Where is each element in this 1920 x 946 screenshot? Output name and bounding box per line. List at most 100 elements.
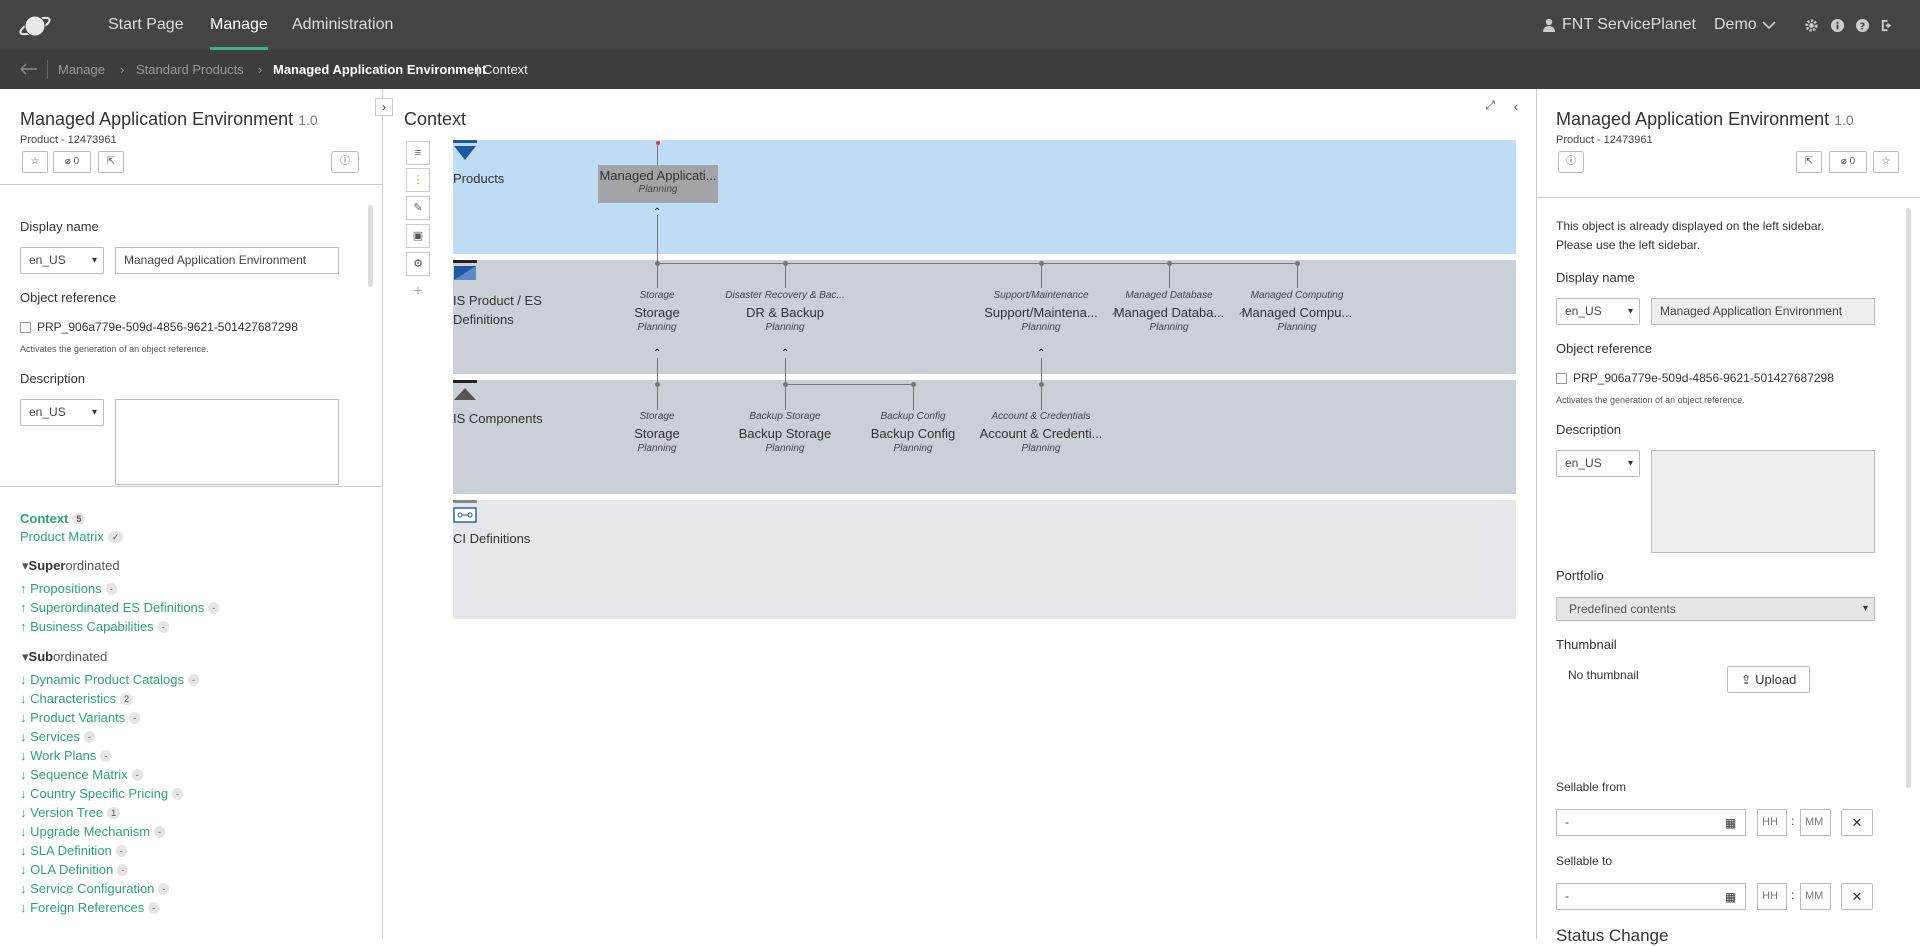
description-textarea[interactable]	[1651, 450, 1875, 553]
es-definition-node[interactable]: Managed Computing Managed Compu... Plannin…	[1227, 290, 1367, 333]
list-item-label: ↓ Services	[20, 729, 80, 744]
es-definition-node[interactable]: Storage Storage Planning	[587, 290, 727, 333]
close-icon: ✕	[1851, 815, 1863, 830]
display-name-input[interactable]: Managed Application Environment	[1651, 298, 1875, 325]
products-lane-icon	[453, 140, 477, 160]
user-name[interactable]: FNT ServicePlanet	[1562, 0, 1696, 50]
components-lane-icon	[453, 380, 477, 400]
ci-lane-icon	[453, 500, 477, 523]
sellable-from-hour[interactable]: HH	[1757, 809, 1787, 836]
info-button[interactable]: ⓘ	[331, 151, 359, 173]
sellable-from-minute[interactable]: MM	[1800, 809, 1831, 836]
expand-left-button[interactable]: ›	[375, 98, 393, 116]
info-button[interactable]: ⓘ	[1558, 151, 1584, 173]
list-item-label: ↓ Sequence Matrix	[20, 767, 128, 782]
favorite-button[interactable]: ☆	[22, 151, 48, 173]
context-list-item[interactable]: ↑ Superordinated ES Definitions -	[20, 600, 220, 615]
attachments-button[interactable]: ⌀ 0	[1829, 151, 1867, 173]
context-list-item[interactable]: ↓ Upgrade Mechanism -	[20, 824, 166, 839]
is-component-node[interactable]: Backup Storage Backup Storage Planning	[715, 411, 855, 454]
display-name-input[interactable]: Managed Application Environment	[115, 247, 339, 274]
open-external-button[interactable]: ⇱	[98, 151, 124, 173]
upload-button[interactable]: ⇪ Upload	[1727, 666, 1810, 693]
object-reference-checkbox[interactable]	[1556, 373, 1567, 384]
calendar-icon[interactable]: ▦	[1725, 816, 1736, 830]
is-component-node[interactable]: Account & Credentials Account & Credenti.…	[971, 411, 1111, 454]
context-list-item[interactable]: ↓ Service Configuration -	[20, 881, 170, 896]
calendar-icon[interactable]: ▦	[1725, 890, 1736, 904]
description-textarea[interactable]	[115, 399, 339, 485]
list-item-label: ↓ SLA Definition	[20, 843, 112, 858]
is-component-node[interactable]: Backup Config Backup Config Planning	[843, 411, 983, 454]
sellable-to-hour[interactable]: HH	[1757, 883, 1787, 910]
chevron-down-icon[interactable]	[1762, 20, 1776, 30]
logout-icon[interactable]	[1880, 18, 1895, 33]
clear-sellable-to-button[interactable]: ✕	[1841, 883, 1873, 910]
context-list-item[interactable]: ↓ Sequence Matrix -	[20, 767, 143, 782]
description-lang-select[interactable]: en_US	[20, 399, 104, 426]
product-matrix-link[interactable]: Product Matrix ✓	[20, 529, 124, 544]
context-list-item[interactable]: ↓ Services -	[20, 729, 95, 744]
description-lang-select[interactable]: en_US	[1556, 450, 1640, 477]
gear-icon[interactable]	[1804, 18, 1819, 33]
list-item-label: ↓ Characteristics	[20, 691, 117, 706]
form-scrollbar[interactable]	[368, 205, 373, 287]
context-list-item[interactable]: ↓ Work Plans -	[20, 748, 112, 763]
display-name-lang-select[interactable]: en_US	[20, 247, 104, 274]
sellable-to-minute[interactable]: MM	[1800, 883, 1831, 910]
chart-view-button[interactable]: ▣	[406, 224, 430, 248]
es-definition-node[interactable]: Disaster Recovery & Bac... DR & Backup Pla…	[715, 290, 855, 333]
favorite-button[interactable]: ☆	[1873, 151, 1899, 173]
es-definition-node[interactable]: Support/Maintenance Support/Maintena... Pl…	[971, 290, 1111, 333]
breadcrumb-manage[interactable]: Manage	[58, 50, 105, 89]
context-list-item[interactable]: ↓ Foreign References -	[20, 900, 160, 915]
nav-start-page[interactable]: Start Page	[108, 0, 184, 50]
product-node[interactable]: Managed Applicati... Planning	[598, 165, 718, 203]
context-title: Context	[404, 109, 467, 129]
context-list-item[interactable]: ↓ Country Specific Pricing -	[20, 786, 184, 801]
add-button[interactable]: +	[406, 281, 430, 305]
es-definition-node[interactable]: Managed Database Managed Databa... Plannin…	[1099, 290, 1239, 333]
chevron-left-icon[interactable]: ‹	[1506, 98, 1526, 116]
edit-button[interactable]: ✎	[406, 196, 430, 220]
node-status: Planning	[1277, 322, 1317, 333]
nav-manage[interactable]: Manage	[210, 0, 268, 50]
traffic-light-button[interactable]: ⋮	[406, 168, 430, 192]
info-icon[interactable]	[1830, 18, 1845, 33]
context-list-item[interactable]: ↑ Business Capabilities -	[20, 619, 169, 634]
settings-button[interactable]: ⚙	[406, 252, 430, 276]
list-view-button[interactable]: ≡	[406, 141, 430, 165]
context-list-item[interactable]: ↑ Propositions -	[20, 581, 117, 596]
list-item-label: ↓ Foreign References	[20, 900, 145, 915]
context-list-item[interactable]: ↓ OLA Definition -	[20, 862, 129, 877]
attachments-button[interactable]: ⌀ 0	[53, 151, 91, 173]
nav-administration[interactable]: Administration	[292, 0, 393, 50]
superordinated-header[interactable]: ▾Superordinated	[22, 558, 120, 574]
node-category: Disaster Recovery & Bac...	[725, 290, 845, 301]
description-label: Description	[20, 371, 86, 386]
context-list-item[interactable]: ↓ SLA Definition -	[20, 843, 127, 858]
sellable-to-date-input[interactable]: -	[1556, 883, 1746, 910]
display-name-lang-select[interactable]: en_US	[1556, 298, 1640, 325]
is-component-node[interactable]: Storage Storage Planning	[587, 411, 727, 454]
subordinated-header[interactable]: ▾Subordinated	[22, 649, 107, 665]
planet-logo-icon[interactable]	[18, 12, 52, 40]
list-item-label: ↓ Dynamic Product Catalogs	[20, 672, 185, 687]
thumbnail-label: Thumbnail	[1556, 637, 1617, 652]
context-list-item[interactable]: ↓ Version Tree 1	[20, 805, 121, 820]
context-list-item[interactable]: ↓ Characteristics 2	[20, 691, 134, 706]
breadcrumb-standard-products[interactable]: Standard Products	[136, 50, 244, 89]
context-list-item[interactable]: ↓ Dynamic Product Catalogs -	[20, 672, 200, 687]
context-link[interactable]: Context 5	[20, 511, 86, 526]
tenant-dropdown[interactable]: Demo	[1714, 0, 1757, 50]
clear-sellable-from-button[interactable]: ✕	[1841, 809, 1873, 836]
sellable-from-date-input[interactable]: -	[1556, 809, 1746, 836]
open-external-button[interactable]: ⇱	[1796, 151, 1822, 173]
back-arrow-icon[interactable]	[20, 63, 38, 75]
object-reference-checkbox[interactable]	[20, 322, 31, 333]
fullscreen-icon[interactable]: ⤢	[1480, 98, 1500, 116]
context-list-item[interactable]: ↓ Product Variants -	[20, 710, 141, 725]
portfolio-select[interactable]: Predefined contents	[1556, 597, 1875, 621]
detail-scrollbar[interactable]	[1906, 208, 1911, 788]
help-icon[interactable]: ?	[1855, 18, 1870, 33]
